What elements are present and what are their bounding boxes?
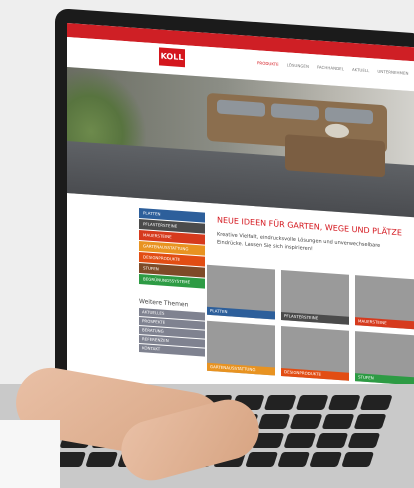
card-label: DESIGNPRODUKTE xyxy=(281,367,349,381)
category-sidebar: PLATTEN PFLASTERSTEINE MAUERSTEINE GARTE… xyxy=(139,208,205,290)
nav-item-dealers[interactable]: FACHHANDEL xyxy=(317,64,344,71)
key xyxy=(283,433,317,448)
key xyxy=(327,395,361,410)
key xyxy=(257,414,291,429)
nav-item-solutions[interactable]: LÖSUNGEN xyxy=(287,62,309,69)
laptop-photo: KOLL PRODUKTE LÖSUNGEN FACHHANDEL AKTUEL… xyxy=(0,0,414,488)
key xyxy=(353,414,387,429)
key xyxy=(289,414,323,429)
key xyxy=(309,452,343,467)
cushion xyxy=(271,103,319,121)
key xyxy=(315,433,349,448)
card-label: GARTENAUSSTATTUNG xyxy=(207,362,275,376)
card-pflastersteine[interactable]: PFLASTERSTEINE xyxy=(281,269,349,325)
nav-item-company[interactable]: UNTERNEHMEN xyxy=(377,69,408,76)
card-mauersteine[interactable]: MAUERSTEINE xyxy=(355,275,414,330)
nav-item-news[interactable]: AKTUELL xyxy=(352,67,369,73)
card-platten[interactable]: PLATTEN xyxy=(207,264,275,320)
key xyxy=(245,452,279,467)
key xyxy=(85,452,119,467)
key xyxy=(263,395,297,410)
hero-image xyxy=(67,67,414,218)
card-label: MAUERSTEINE xyxy=(355,317,414,330)
rattan-table xyxy=(285,134,385,178)
category-cards: PLATTEN PFLASTERSTEINE MAUERSTEINE GARTE… xyxy=(207,264,414,386)
main-nav: PRODUKTE LÖSUNGEN FACHHANDEL AKTUELL UNT… xyxy=(257,60,409,76)
cushion xyxy=(325,107,373,125)
card-gartenausstattung[interactable]: GARTENAUSSTATTUNG xyxy=(207,320,275,376)
nav-item-products[interactable]: PRODUKTE xyxy=(257,60,279,67)
key xyxy=(359,395,393,410)
website-screen: KOLL PRODUKTE LÖSUNGEN FACHHANDEL AKTUEL… xyxy=(67,23,414,411)
card-stufen[interactable]: STUFEN xyxy=(355,331,414,386)
key xyxy=(295,395,329,410)
card-label: PLATTEN xyxy=(207,306,275,320)
key xyxy=(277,452,311,467)
more-themes: Weitere Themen AKTUELLES PROSPEKTE BERAT… xyxy=(139,298,205,358)
key xyxy=(347,433,381,448)
card-label: PFLASTERSTEINE xyxy=(281,311,349,325)
key xyxy=(341,452,375,467)
card-designprodukte[interactable]: DESIGNPRODUKTE xyxy=(281,325,349,381)
key xyxy=(321,414,355,429)
koll-logo[interactable]: KOLL xyxy=(159,47,185,68)
sleeve xyxy=(0,420,60,488)
cushion xyxy=(217,99,265,117)
